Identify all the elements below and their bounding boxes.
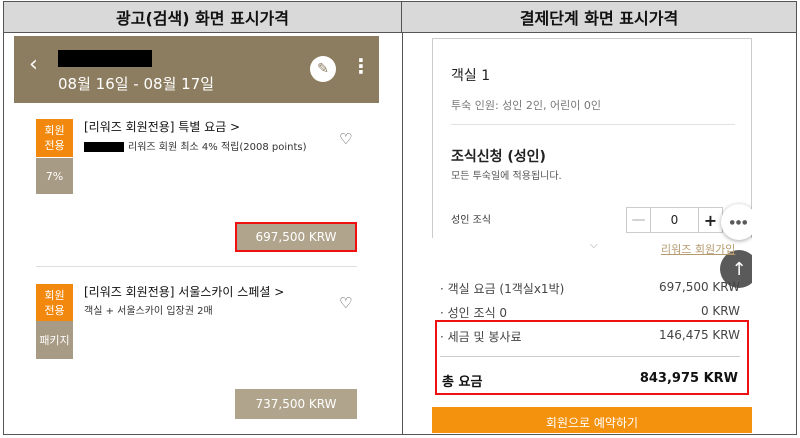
row-value: 697,500 KRW: [658, 280, 740, 294]
row-label: 성인 조식 0: [440, 304, 507, 321]
divider: [451, 124, 735, 125]
summary-toggle-bar: ⌵ 리워즈 회원가입: [432, 238, 752, 258]
edit-icon[interactable]: ✎: [310, 56, 336, 82]
adult-breakfast-label: 성인 조식: [451, 215, 491, 226]
price-row-breakfast: 성인 조식 0 0 KRW: [440, 304, 740, 321]
total-row: 총 요금 843,975 KRW: [442, 371, 738, 390]
row-value: 0 KRW: [700, 304, 740, 318]
row-label: 세금 및 봉사료: [440, 328, 522, 345]
divider: [36, 266, 357, 267]
breakfast-subtitle: 모든 투숙일에 적용됩니다.: [451, 171, 562, 182]
increment-button[interactable]: +: [698, 208, 722, 232]
book-as-member-button[interactable]: 회원으로 예약하기: [432, 407, 752, 433]
price-row-tax: 세금 및 봉사료 146,475 KRW: [440, 328, 740, 345]
listing-subtitle: 리워즈 회원 최소 4% 적립(2008 points): [84, 138, 307, 153]
quantity-value: 0: [670, 213, 679, 227]
breakfast-title: 조식신청 (성인): [451, 149, 546, 165]
package-badge: 패키지: [36, 321, 73, 359]
chevron-down-icon[interactable]: ⌵: [590, 240, 598, 251]
breakfast-quantity-stepper[interactable]: — 0 +: [626, 207, 723, 233]
discount-badge: 7%: [36, 158, 73, 194]
row-label: 객실 요금 (1객실x1박): [440, 280, 565, 297]
redacted-text: [84, 142, 124, 152]
app-bar: ‹ 08월 16일 - 08월 17일 ✎ ⋮: [14, 36, 379, 103]
back-icon[interactable]: ‹: [29, 54, 38, 76]
listing-price[interactable]: 697,500 KRW: [235, 222, 357, 252]
right-column-header: 결제단계 화면 표시가격: [402, 2, 796, 33]
member-only-badge: 회원 전용: [36, 284, 73, 322]
search-results-screen: ‹ 08월 16일 - 08월 17일 ✎ ⋮ 회원 전용 7% [리워즈 회원…: [14, 36, 379, 431]
room-title: 객실 1: [451, 68, 491, 84]
price-row-room: 객실 요금 (1객실x1박) 697,500 KRW: [440, 280, 740, 297]
row-value: 146,475 KRW: [658, 328, 740, 342]
listing-price[interactable]: 737,500 KRW: [235, 389, 357, 419]
listing-subtitle: 객실 + 서울스카이 입장권 2매: [84, 306, 213, 317]
total-label: 총 요금: [442, 375, 483, 390]
member-only-badge: 회원 전용: [36, 119, 73, 157]
decrement-button[interactable]: —: [627, 208, 651, 232]
checkout-screen: 객실 1 투숙 인원: 성인 2인, 어린이 0인 조식신청 (성인) 모든 투…: [432, 38, 752, 433]
left-column-header: 광고(검색) 화면 표시가격: [4, 2, 402, 33]
heart-icon[interactable]: ♡: [339, 294, 352, 312]
rewards-signup-link[interactable]: 리워즈 회원가입: [661, 241, 735, 257]
total-value: 843,975 KRW: [639, 371, 738, 386]
divider: [440, 356, 740, 357]
chat-icon[interactable]: ●●●: [721, 204, 752, 240]
room-options-panel: 객실 1 투숙 인원: 성인 2인, 어린이 0인 조식신청 (성인) 모든 투…: [432, 38, 752, 238]
guest-count: 투숙 인원: 성인 2인, 어린이 0인: [451, 99, 602, 112]
listing-title[interactable]: [리워즈 회원전용] 서울스카이 스페셜 >: [84, 283, 284, 300]
redacted-hotel-name: [58, 50, 152, 67]
heart-icon[interactable]: ♡: [339, 130, 352, 148]
column-divider: [402, 33, 403, 434]
more-icon[interactable]: ⋮: [351, 54, 371, 78]
stay-dates[interactable]: 08월 16일 - 08월 17일: [58, 73, 214, 94]
listing-title[interactable]: [리워즈 회원전용] 특별 요금 >: [84, 118, 240, 135]
